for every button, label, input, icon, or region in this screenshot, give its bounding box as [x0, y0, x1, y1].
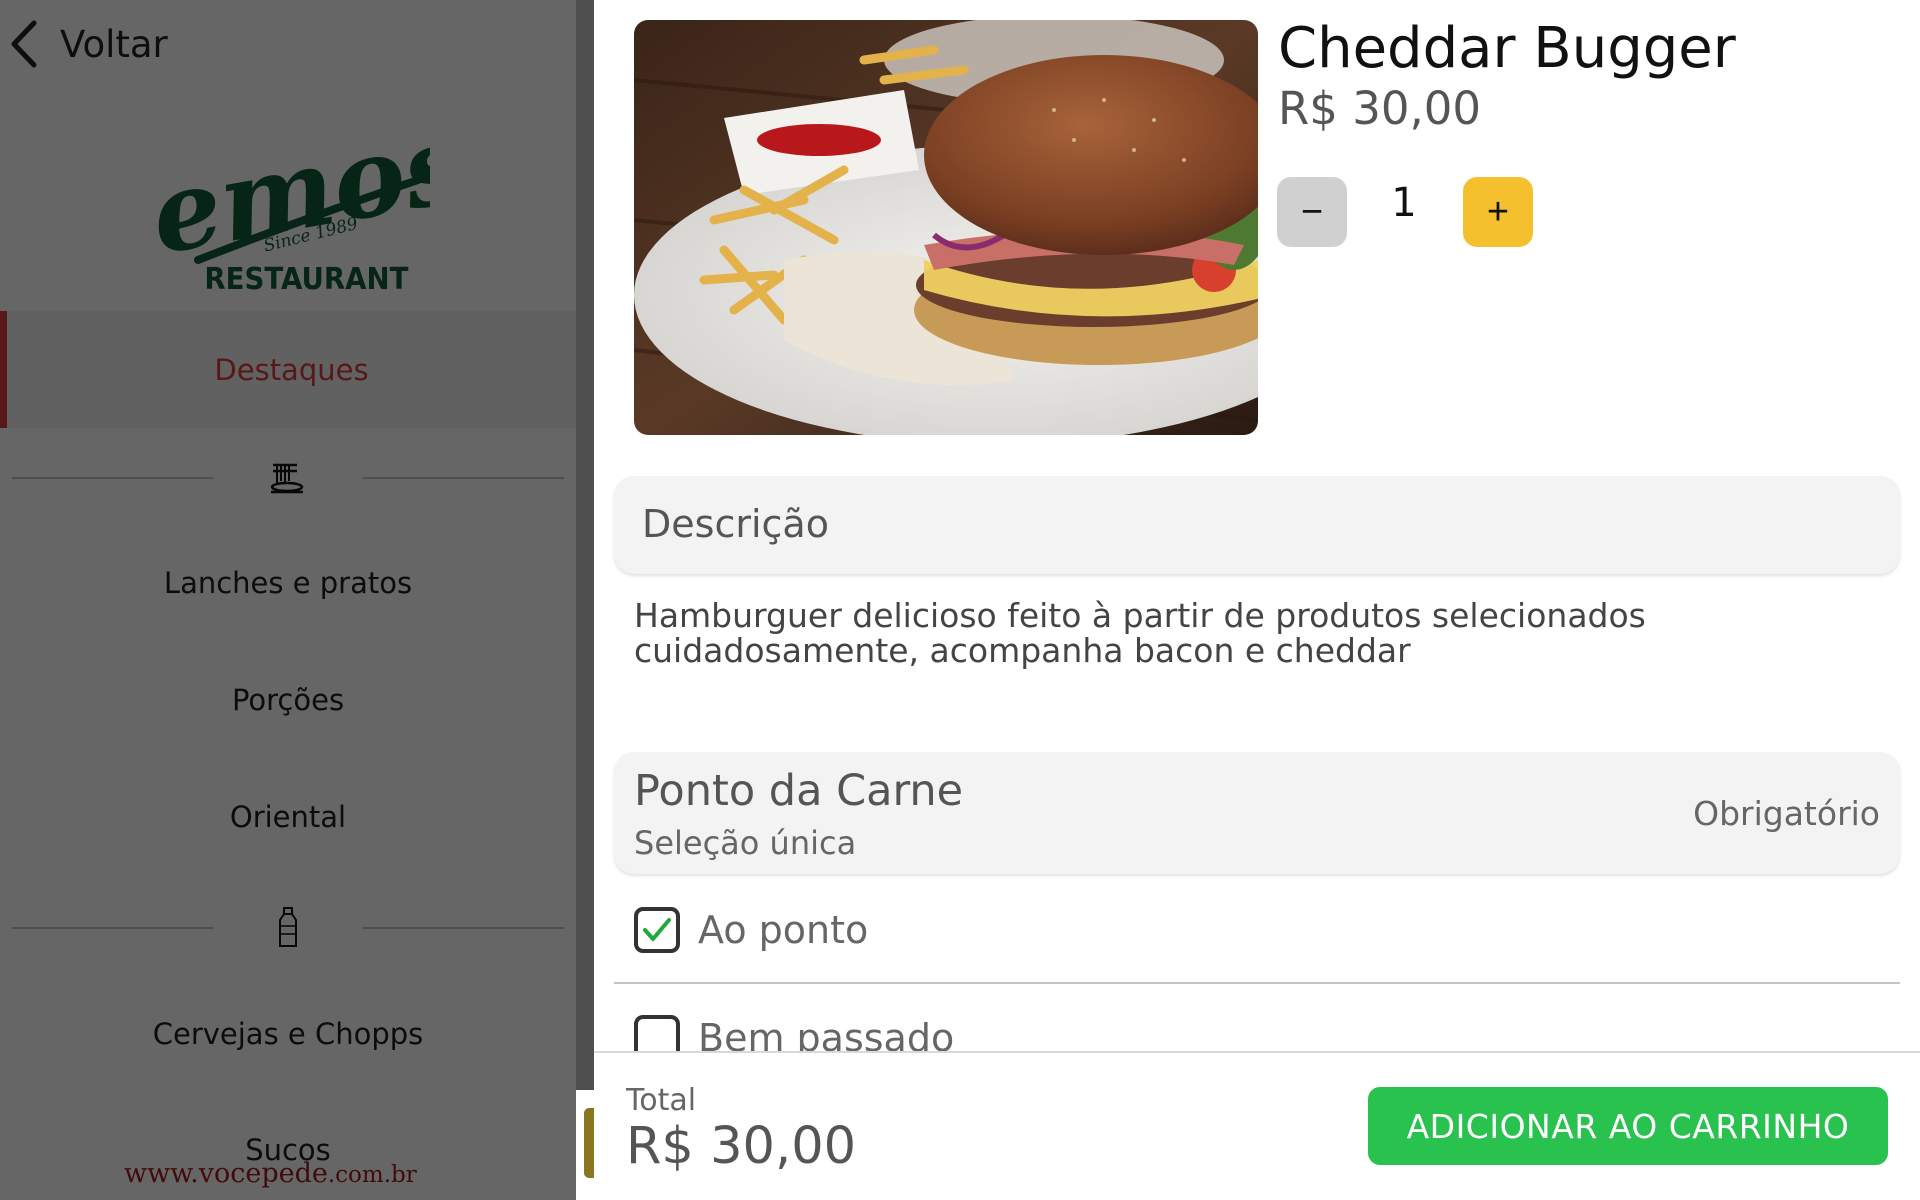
- restaurant-logo: Demos' Since 1989 RESTAURANT: [47, 92, 508, 296]
- sidebar-edge: [576, 0, 594, 1090]
- description-title: Descrição: [642, 502, 829, 546]
- option-ao-ponto[interactable]: Ao ponto: [634, 900, 868, 960]
- description-text: Hamburguer delicioso feito à partir de p…: [634, 596, 1646, 670]
- total-value: R$ 30,00: [626, 1117, 857, 1176]
- category-label: Destaques: [214, 352, 369, 387]
- quantity-value: 1: [1391, 180, 1417, 226]
- burger-photo: [634, 20, 1258, 435]
- option-divider: [614, 982, 1900, 984]
- description-header: Descrição: [614, 476, 1900, 574]
- checkbox-checked[interactable]: [634, 907, 680, 953]
- bottle-icon: [279, 907, 297, 947]
- option-label: Ao ponto: [698, 908, 869, 952]
- category-sidebar: Voltar Demos' Since 1989 RESTAURANT Dest…: [0, 0, 576, 1200]
- pasta-plate-icon: [270, 463, 304, 494]
- website-watermark: www.vocepede.com.br: [124, 1158, 417, 1189]
- category-porcoes[interactable]: Porções: [0, 683, 576, 717]
- section-divider-food: [12, 458, 564, 498]
- product-name: Cheddar Bugger: [1278, 16, 1736, 81]
- back-button[interactable]: Voltar: [8, 18, 168, 70]
- add-to-cart-button[interactable]: ADICIONAR AO CARRINHO: [1368, 1087, 1888, 1165]
- cart-footer: Total R$ 30,00 ADICIONAR AO CARRINHO: [594, 1051, 1920, 1200]
- back-label: Voltar: [60, 22, 168, 66]
- option-group-subtitle: Seleção única: [634, 824, 857, 862]
- decrease-quantity-button[interactable]: −: [1277, 177, 1347, 247]
- category-lanches-e-pratos[interactable]: Lanches e pratos: [0, 566, 576, 600]
- category-oriental[interactable]: Oriental: [0, 800, 576, 834]
- section-divider-drinks: [12, 907, 564, 948]
- option-group-title: Ponto da Carne: [634, 766, 964, 816]
- increase-quantity-button[interactable]: +: [1463, 177, 1533, 247]
- check-icon: [643, 918, 671, 941]
- category-destaques[interactable]: Destaques: [0, 311, 576, 428]
- product-price: R$ 30,00: [1278, 82, 1482, 135]
- required-badge: Obrigatório: [1693, 794, 1880, 833]
- total-label: Total: [626, 1083, 697, 1118]
- product-detail-panel: Cheddar Bugger R$ 30,00 − 1 + Descrição …: [594, 0, 1920, 1200]
- sidebar-peek-tab: [584, 1108, 594, 1178]
- chevron-left-icon: [11, 20, 37, 68]
- svg-text:RESTAURANT: RESTAURANT: [204, 261, 408, 292]
- option-group-header: Ponto da Carne Seleção única Obrigatório: [614, 752, 1900, 874]
- category-cervejas-e-chopps[interactable]: Cervejas e Chopps: [0, 1017, 576, 1051]
